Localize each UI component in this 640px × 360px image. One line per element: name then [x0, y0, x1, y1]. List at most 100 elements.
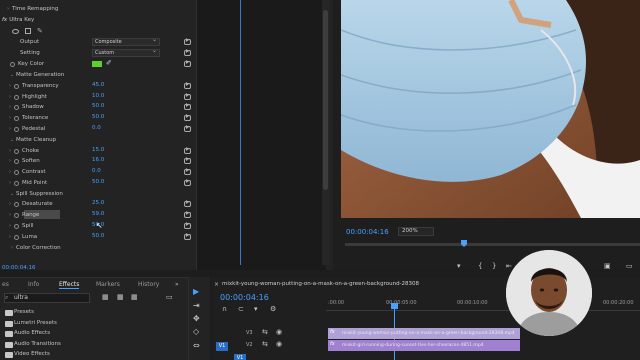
output-dropdown[interactable]: Composite: [92, 37, 160, 46]
reset-icon[interactable]: [184, 200, 191, 207]
shadow-row[interactable]: › Shadow: [6, 102, 44, 112]
add-marker-icon[interactable]: ▾: [254, 305, 258, 313]
reset-icon[interactable]: [184, 157, 191, 164]
spill-suppression-section[interactable]: ⌄ Spill Suppression: [8, 189, 63, 199]
rectangle-mask-icon[interactable]: [25, 28, 31, 34]
keyframe-playhead[interactable]: [240, 0, 241, 265]
transparency-row[interactable]: › Transparency: [6, 81, 59, 91]
pedestal-row[interactable]: › Pedestal: [6, 124, 45, 134]
expand-icon[interactable]: ›: [6, 158, 14, 164]
program-timecode[interactable]: 00:00:04:16: [346, 228, 389, 236]
stopwatch-icon[interactable]: [14, 201, 19, 207]
panel-menu-icon[interactable]: »: [175, 281, 179, 288]
toggle-output-icon[interactable]: ◉: [276, 340, 282, 348]
reset-icon[interactable]: [184, 82, 191, 89]
color-correction-section[interactable]: › Color Correction: [8, 243, 61, 253]
tolerance-value[interactable]: 50.0: [92, 114, 104, 120]
stopwatch-icon[interactable]: [14, 104, 19, 110]
stopwatch-icon[interactable]: [14, 180, 19, 186]
reset-icon[interactable]: [184, 222, 191, 229]
ellipse-mask-icon[interactable]: [12, 28, 19, 34]
reset-icon[interactable]: [184, 38, 191, 45]
linked-selection-icon[interactable]: ⊂: [238, 305, 244, 313]
desaturate-row[interactable]: › Desaturate: [6, 199, 53, 209]
expand-icon[interactable]: ›: [4, 6, 12, 12]
slip-tool-icon[interactable]: ⇔: [193, 341, 200, 350]
shadow-value[interactable]: 50.0: [92, 103, 104, 109]
transparency-value[interactable]: 45.0: [92, 82, 104, 88]
toggle-output-icon[interactable]: ◉: [276, 328, 282, 336]
go-to-in-icon[interactable]: ⇤: [506, 262, 512, 270]
highlight-value[interactable]: 10.0: [92, 93, 104, 99]
effects-search-input[interactable]: ultra: [4, 293, 90, 303]
sync-lock-icon[interactable]: ⇆: [262, 340, 268, 348]
range-value[interactable]: 59.0: [92, 211, 104, 217]
mid-point-value[interactable]: 50.0: [92, 179, 104, 185]
expand-icon[interactable]: ›: [6, 148, 14, 154]
32bit-effects-icon[interactable]: ▦: [117, 293, 124, 301]
stopwatch-icon[interactable]: [10, 61, 15, 67]
soften-value[interactable]: 16.0: [92, 157, 104, 163]
reset-icon[interactable]: [184, 49, 191, 56]
sequence-tab[interactable]: mixkit-young-woman-putting-on-a-mask-on-…: [222, 281, 419, 287]
folder-presets[interactable]: Presets: [14, 309, 34, 315]
mark-out-bracket-icon[interactable]: }: [492, 262, 496, 270]
reset-icon[interactable]: [184, 147, 191, 154]
highlight-row[interactable]: › Highlight: [6, 92, 47, 102]
stopwatch-icon[interactable]: [14, 169, 19, 175]
mark-in-bracket-icon[interactable]: {: [478, 262, 482, 270]
track-v2-label[interactable]: V2: [246, 342, 253, 348]
expand-icon[interactable]: ›: [6, 169, 14, 175]
clip-woman-mask[interactable]: mixkit-young-woman-putting-on-a-mask-on-…: [328, 328, 520, 339]
expand-icon[interactable]: ›: [6, 223, 14, 229]
track-v1-target[interactable]: V1: [234, 354, 246, 360]
reset-icon[interactable]: [184, 114, 191, 121]
selection-tool-icon[interactable]: ▶: [193, 287, 199, 296]
expand-icon[interactable]: ›: [6, 234, 14, 240]
expand-icon[interactable]: ›: [6, 180, 14, 186]
sync-lock-icon[interactable]: ⇆: [262, 328, 268, 336]
ripple-edit-icon[interactable]: ✥: [193, 314, 200, 323]
clip-girl-running[interactable]: mixkit-girl-running-during-sunset-ties-h…: [328, 340, 520, 351]
stopwatch-icon[interactable]: [14, 148, 19, 154]
choke-value[interactable]: 15.0: [92, 147, 104, 153]
timeline-timecode[interactable]: 00:00:04:16: [220, 293, 269, 302]
close-tab-icon[interactable]: ×: [214, 281, 219, 288]
expand-icon[interactable]: ›: [6, 104, 14, 110]
tab-history[interactable]: History: [138, 281, 159, 288]
yuv-effects-icon[interactable]: ▦: [131, 293, 138, 301]
expand-icon[interactable]: ›: [6, 212, 14, 218]
matte-cleanup-section[interactable]: ⌄ Matte Cleanup: [8, 135, 56, 145]
expand-icon[interactable]: ›: [6, 115, 14, 121]
track-select-icon[interactable]: ⇥: [193, 301, 200, 310]
tab-markers[interactable]: Markers: [96, 281, 120, 288]
button-editor-icon[interactable]: ▭: [626, 262, 633, 270]
setting-dropdown[interactable]: Custom: [92, 48, 160, 57]
reset-icon[interactable]: [184, 125, 191, 132]
collapse-icon[interactable]: ⌄: [8, 191, 16, 197]
fx-icon[interactable]: fx: [2, 17, 7, 23]
expand-icon[interactable]: ›: [8, 245, 16, 251]
expand-icon[interactable]: ›: [6, 201, 14, 207]
stopwatch-icon[interactable]: [14, 94, 19, 100]
collapse-icon[interactable]: ⌄: [8, 137, 16, 143]
mark-in-icon[interactable]: ▾: [457, 262, 461, 270]
folder-audio-effects[interactable]: Audio Effects: [14, 330, 50, 336]
tab-es[interactable]: es: [2, 281, 9, 288]
folder-audio-transitions[interactable]: Audio Transitions: [14, 341, 61, 347]
keyframe-area[interactable]: [196, 0, 326, 270]
contrast-value[interactable]: 0.0: [92, 168, 101, 174]
expand-icon[interactable]: ›: [6, 126, 14, 132]
stopwatch-icon[interactable]: [14, 83, 19, 89]
export-frame-icon[interactable]: ▣: [604, 262, 611, 270]
reset-icon[interactable]: [184, 93, 191, 100]
luma-row[interactable]: › Luma: [6, 232, 37, 242]
snap-icon[interactable]: ∩: [222, 305, 227, 313]
spill-row[interactable]: › Spill: [6, 221, 34, 231]
expand-icon[interactable]: ›: [6, 94, 14, 100]
effect-controls-timecode[interactable]: 00:00:04:16: [2, 265, 36, 271]
track-v3-label[interactable]: V3: [246, 330, 253, 336]
scrollbar-thumb[interactable]: [323, 10, 328, 190]
eyedropper-icon[interactable]: ✐: [106, 59, 112, 67]
desaturate-value[interactable]: 25.0: [92, 200, 104, 206]
